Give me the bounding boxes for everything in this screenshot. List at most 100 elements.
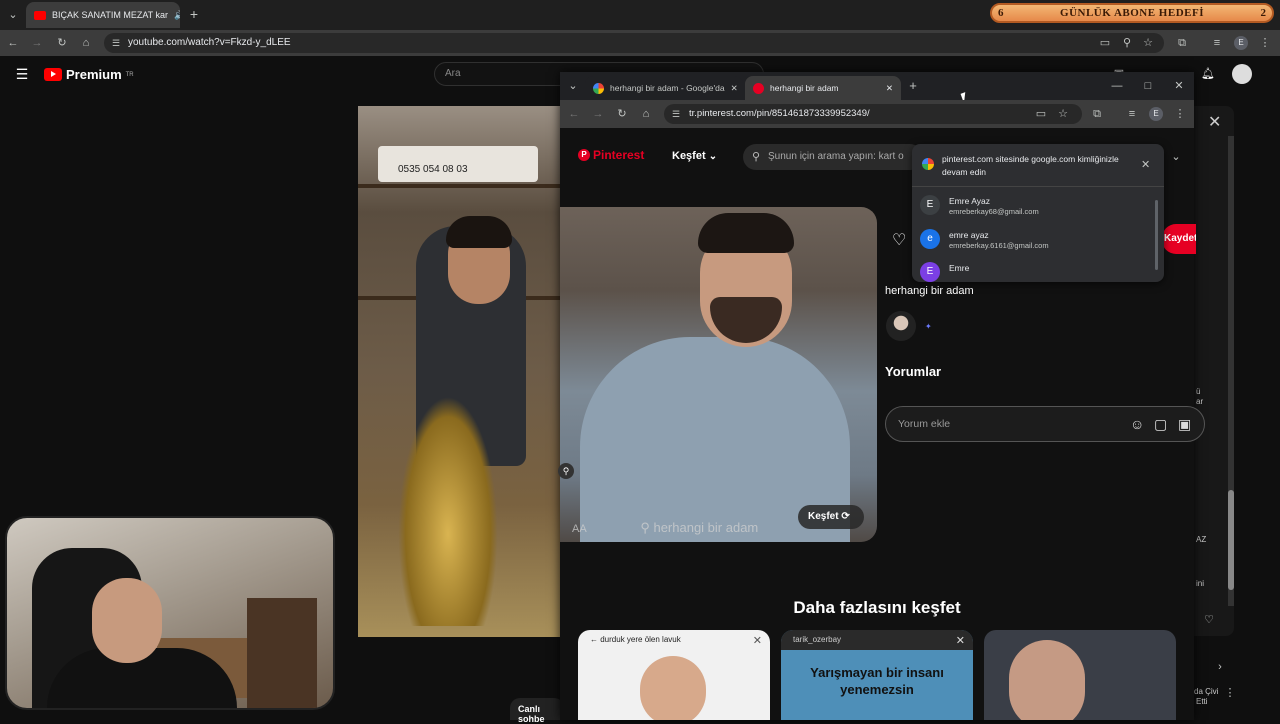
back-icon[interactable]: ← <box>567 107 581 121</box>
creator-avatar[interactable] <box>886 311 916 341</box>
side-text: AZ <box>1196 535 1207 544</box>
zoom-icon[interactable]: ⚲ <box>1120 36 1134 50</box>
minimize-icon[interactable]: — <box>1110 79 1124 93</box>
notifications-bell-icon[interactable]: 🔔︎ <box>1201 67 1215 81</box>
panel-close-icon[interactable]: ✕ <box>1208 112 1221 132</box>
like-heart-icon[interactable]: ♡ <box>1202 613 1216 627</box>
comments-heading: Yorumlar <box>885 364 942 379</box>
account-avatar: E <box>920 195 940 215</box>
pin-image[interactable] <box>560 207 877 542</box>
explore-button-label: Keşfet <box>808 511 839 522</box>
back-icon[interactable]: ← <box>6 36 20 50</box>
image-search-text: herhangi bir adam <box>653 520 759 535</box>
outer-tab-youtube[interactable]: BIÇAK SANATIM MEZAT kar 🔊 ✕ <box>26 2 180 28</box>
site-settings-icon[interactable]: ☰ <box>110 36 122 50</box>
pinterest-logo-text: Pinterest <box>593 148 645 162</box>
youtube-play-icon <box>44 68 62 81</box>
site-settings-icon[interactable]: ☰ <box>670 107 682 121</box>
new-tab-icon[interactable]: + <box>186 7 202 21</box>
profile-avatar-icon[interactable]: E <box>1234 36 1248 50</box>
google-favicon-icon <box>593 82 604 94</box>
account-name: Emre <box>949 263 970 273</box>
explore-nav-button[interactable]: Keşfet ⌄ <box>672 150 717 162</box>
account-avatar: E <box>920 262 940 282</box>
extensions-icon[interactable]: ⧉ <box>1090 107 1104 121</box>
forward-icon[interactable]: → <box>591 107 605 121</box>
side-text: da Çivi <box>1194 687 1219 696</box>
inner-tab-pinterest[interactable]: herhangi bir adam ✕ <box>745 76 901 100</box>
logo-country: TR <box>125 71 134 78</box>
heart-icon[interactable]: ♡ <box>892 230 906 250</box>
pinterest-search-input[interactable]: Şunun için arama yapın: kart o <box>743 144 923 170</box>
tab-search-chevron-icon[interactable]: ⌄ <box>566 79 580 93</box>
bookmark-star-icon[interactable]: ☆ <box>1141 36 1155 50</box>
window-close-icon[interactable]: ✕ <box>1172 79 1186 93</box>
next-chevron-icon[interactable]: › <box>1214 660 1226 674</box>
reload-icon[interactable]: ↻ <box>615 107 629 121</box>
tab-close-icon[interactable]: ✕ <box>886 83 893 94</box>
zoom-lens-icon[interactable]: ⚲ <box>558 463 574 479</box>
emoji-icon[interactable]: ☺ <box>1130 416 1144 432</box>
image-upload-icon[interactable]: ▣ <box>1178 416 1191 433</box>
popup-scrollbar[interactable] <box>1155 200 1158 270</box>
menu-kebab-icon[interactable]: ⋮ <box>1173 107 1187 121</box>
google-logo-icon <box>922 158 934 170</box>
youtube-premium-logo[interactable]: Premium TR <box>44 67 134 82</box>
cast-icon[interactable]: ▭ <box>1098 36 1112 50</box>
menu-kebab-icon[interactable]: ⋮ <box>1258 36 1272 50</box>
account-chevron-icon[interactable]: ⌄ <box>1170 150 1182 164</box>
video-player[interactable]: 0535 054 08 03 <box>358 106 560 637</box>
media-control-icon[interactable]: ≡ <box>1125 107 1139 121</box>
audio-icon[interactable]: 🔊 <box>174 10 180 21</box>
inner-address-bar[interactable]: tr.pinterest.com/pin/851461873339952349/ <box>664 104 1082 124</box>
tab-close-icon[interactable]: ✕ <box>731 83 738 94</box>
card-header-text: durduk yere ölen lavuk <box>600 635 681 644</box>
image-overlay-search: AA ⚲ herhangi bir adam <box>572 520 802 536</box>
explore-visual-button[interactable]: Keşfet ⟳ <box>798 505 864 529</box>
more-kebab-icon[interactable]: ⋮ <box>1224 686 1236 700</box>
pinterest-p-icon: P <box>578 149 590 161</box>
pinterest-favicon-icon <box>753 82 764 94</box>
search-icon: ⚲ <box>751 151 761 163</box>
popup-close-icon[interactable]: ✕ <box>1141 158 1150 171</box>
bookmark-star-icon[interactable]: ☆ <box>1056 107 1070 121</box>
pinterest-logo[interactable]: P Pinterest <box>578 148 644 162</box>
youtube-avatar[interactable] <box>1232 64 1252 84</box>
account-option[interactable]: E Emre Ayaz emreberkay68@gmail.com <box>920 190 1150 220</box>
profile-avatar-icon[interactable]: E <box>1149 107 1163 121</box>
card-header: tarik_ozerbay <box>781 630 973 650</box>
tab-search-chevron-icon[interactable]: ⌄ <box>6 8 20 22</box>
extensions-icon[interactable]: ⧉ <box>1175 36 1189 50</box>
reload-icon[interactable]: ↻ <box>55 36 69 50</box>
account-name: Emre Ayaz <box>949 195 990 206</box>
related-pin-card[interactable]: ← durduk yere ölen lavuk ✕ <box>578 630 770 720</box>
media-control-icon[interactable]: ≡ <box>1210 36 1224 50</box>
card-header-text: tarik_ozerbay <box>793 635 842 644</box>
live-chat-button[interactable]: Canlı sohbe <box>510 698 564 724</box>
related-pin-card[interactable]: tarik_ozerbay ✕ Yarışmayan bir insanı ye… <box>781 630 973 720</box>
popup-message: pinterest.com sitesinde google.com kimli… <box>942 154 1119 177</box>
account-name: emre ayaz <box>949 229 989 240</box>
forward-icon[interactable]: → <box>30 36 44 50</box>
outer-address-bar[interactable]: youtube.com/watch?v=Fkzd-y_dLEE <box>104 33 1164 53</box>
save-button[interactable]: Kaydet <box>1162 224 1196 254</box>
maximize-icon[interactable]: □ <box>1141 79 1155 93</box>
sticker-icon[interactable]: ▢ <box>1154 416 1167 433</box>
text-size-icon: AA <box>572 523 587 535</box>
search-icon: ⚲ <box>640 520 650 535</box>
new-tab-icon[interactable]: + <box>906 79 920 93</box>
close-icon[interactable]: ✕ <box>956 634 965 647</box>
account-option[interactable]: e emre ayaz emreberkay.6161@gmail.com <box>920 224 1150 254</box>
panel-scroll-thumb[interactable] <box>1228 490 1234 590</box>
inner-tab-google[interactable]: herhangi bir adam - Google'da ✕ <box>585 76 743 100</box>
install-app-icon[interactable]: ▭ <box>1034 107 1048 121</box>
home-icon[interactable]: ⌂ <box>639 107 653 121</box>
home-icon[interactable]: ⌂ <box>79 36 93 50</box>
side-text: Etti <box>1196 697 1208 706</box>
related-pin-card[interactable] <box>984 630 1176 720</box>
close-icon[interactable]: ✕ <box>753 634 762 647</box>
search-placeholder: Şunun için arama yapın: kart o <box>768 151 904 162</box>
account-option[interactable]: E Emre <box>920 258 1150 282</box>
hamburger-menu-icon[interactable]: ☰ <box>14 67 30 81</box>
chevron-down-icon: ⌄ <box>708 151 718 162</box>
